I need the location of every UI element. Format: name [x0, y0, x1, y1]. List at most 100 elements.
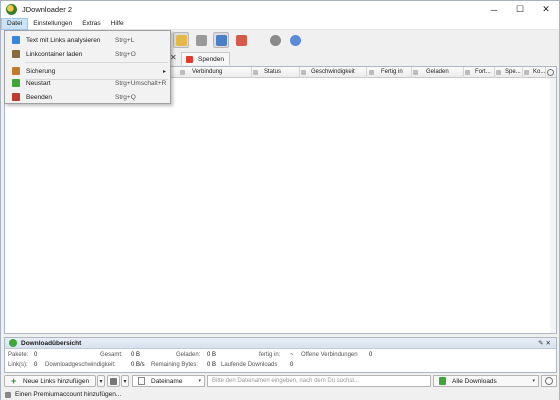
toolbar-update-button[interactable] [287, 32, 303, 48]
close-button[interactable]: ✕ [533, 1, 559, 18]
stat-label-packages: Pakete: [8, 352, 29, 358]
update-icon [289, 34, 301, 46]
container-icon [12, 50, 20, 58]
stat-value-links: 0 [34, 362, 38, 368]
menu-item-label: Text mit Links analysieren [26, 36, 101, 44]
stat-label-eta: fertig in: [259, 352, 281, 358]
clear-dropdown-button[interactable]: ▾ [121, 375, 129, 387]
toolbar-premium-button[interactable] [193, 32, 209, 48]
column-header-speed[interactable]: Geschwindigkeit [307, 67, 367, 78]
chevron-down-icon: ▾ [198, 378, 201, 384]
chevron-down-icon: ▾ [532, 378, 535, 384]
settings-icon [545, 377, 553, 385]
exit-icon [12, 93, 20, 101]
overview-header: Downloadübersicht ✎✕ [5, 338, 556, 349]
menu-help[interactable]: Hilfe [106, 18, 129, 30]
submenu-arrow-icon: ▸ [163, 68, 167, 75]
restart-icon [12, 79, 20, 87]
autostart-icon [215, 34, 227, 46]
maximize-button[interactable]: ☐ [507, 1, 533, 18]
toolbar-clipboard-button[interactable] [173, 32, 189, 48]
bottombar-settings-button[interactable] [541, 375, 557, 387]
download-icon [9, 339, 17, 347]
download-overview-panel: Downloadübersicht ✎✕ Pakete: 0 Gesamt: 0… [4, 337, 557, 373]
lock-icon [253, 70, 258, 75]
premium-account-icon [5, 391, 11, 398]
menu-file[interactable]: Datei [1, 17, 29, 30]
column-header-status[interactable]: Status [260, 67, 300, 78]
stat-label-open-connections: Offene Verbindungen [301, 352, 358, 358]
stat-value-remaining-bytes: 0 B [207, 362, 217, 368]
tab-donate[interactable]: Spenden [181, 52, 231, 65]
add-links-dropdown-button[interactable]: ▾ [97, 375, 105, 387]
donate-icon [186, 55, 193, 63]
stat-label-remaining-bytes: Remaining Bytes: [151, 362, 199, 368]
stat-value-packages: 0 [34, 352, 38, 358]
search-input[interactable]: Bitte den Dateinamen eingeben, nach dem … [207, 375, 431, 387]
column-header-progress[interactable]: Fort... [471, 67, 495, 78]
lock-icon [180, 70, 185, 75]
add-links-label: Neue Links hinzufügen [23, 377, 90, 385]
tab-donate-label: Spenden [198, 55, 225, 63]
add-links-icon [12, 36, 20, 44]
stat-value-download-speed: 0 B/s [131, 362, 145, 368]
column-header-speed-limit[interactable]: Spe... [501, 67, 523, 78]
menu-extras[interactable]: Extras [77, 18, 105, 30]
stat-label-download-speed: Downloadgeschwindigkeit: [45, 362, 116, 368]
toolbar-reconnect-button[interactable] [267, 32, 283, 48]
clear-button[interactable] [107, 375, 120, 387]
menu-bar: Datei Einstellungen Extras Hilfe [1, 17, 559, 30]
lock-icon [369, 70, 374, 75]
jdownloader-logo-icon [6, 4, 17, 15]
stat-value-open-connections: 0 [369, 352, 373, 358]
stat-value-total: 0 B [131, 352, 141, 358]
menu-item-restart[interactable]: Neustart Strg+Umschalt+R [5, 76, 170, 90]
menu-separator [25, 62, 168, 63]
column-header-eta[interactable]: Fertig in [377, 67, 412, 78]
stat-value-running-downloads: 0 [290, 362, 294, 368]
column-header-loaded[interactable]: Geladen [422, 67, 464, 78]
view-selector[interactable]: Alle Downloads ▾ [433, 375, 539, 387]
file-icon [138, 377, 145, 385]
download-table[interactable]: Verbindung Status Geschwindigkeit Fertig… [4, 66, 557, 334]
status-bar: Einen Premiumaccount hinzufügen... [1, 389, 559, 400]
column-header-connection[interactable]: Verbindung [188, 67, 252, 78]
menu-item-label: Beenden [26, 93, 53, 101]
table-scrollbar[interactable] [550, 78, 556, 333]
menu-item-shortcut: Strg+Q [115, 93, 136, 101]
add-links-button[interactable]: + Neue Links hinzufügen [4, 375, 96, 387]
window-title: JDownloader 2 [22, 5, 73, 14]
reconnect-icon [269, 34, 281, 46]
menu-item-label: Linkcontainer laden [26, 50, 83, 58]
menu-item-load-container[interactable]: Linkcontainer laden Strg+O [5, 47, 170, 61]
tab-close-icon[interactable]: ✕ [170, 53, 177, 62]
overview-controls[interactable]: ✎✕ [538, 339, 553, 347]
menu-item-label: Sicherung [26, 67, 56, 75]
stat-label-running-downloads: Laufende Downloads [221, 362, 278, 368]
toolbar-remove-button[interactable] [233, 32, 249, 48]
stat-label-total: Gesamt: [100, 352, 123, 358]
search-field-label: Dateiname [151, 377, 183, 385]
clipboard-icon [175, 34, 187, 46]
window-controls: ─ ☐ ✕ [481, 1, 559, 18]
menu-settings[interactable]: Einstellungen [28, 18, 77, 30]
stat-value-eta: ~ [290, 352, 294, 358]
menu-item-shortcut: Strg+L [115, 36, 135, 44]
remove-icon [235, 34, 247, 46]
trash-icon [110, 377, 117, 385]
menu-item-exit[interactable]: Beenden Strg+Q [5, 90, 170, 104]
toolbar-autostart-button[interactable] [213, 32, 229, 48]
minimize-button[interactable]: ─ [481, 1, 507, 18]
menu-item-analyze-text[interactable]: Text mit Links analysieren Strg+L [5, 33, 170, 47]
column-header-comment[interactable]: Ko... [529, 67, 546, 78]
lock-icon [413, 70, 418, 75]
menu-item-shortcut: Strg+O [115, 50, 136, 58]
menu-item-label: Neustart [26, 79, 51, 87]
chevron-down-icon: ▾ [99, 378, 103, 385]
backup-icon [12, 67, 20, 75]
stat-value-loaded: 0 B [207, 352, 217, 358]
add-premium-account-link[interactable]: Einen Premiumaccount hinzufügen... [15, 391, 121, 398]
column-settings-gear-icon[interactable] [547, 69, 554, 76]
search-field-selector[interactable]: Dateiname ▾ [132, 375, 205, 387]
stat-label-loaded: Geladen: [176, 352, 201, 358]
